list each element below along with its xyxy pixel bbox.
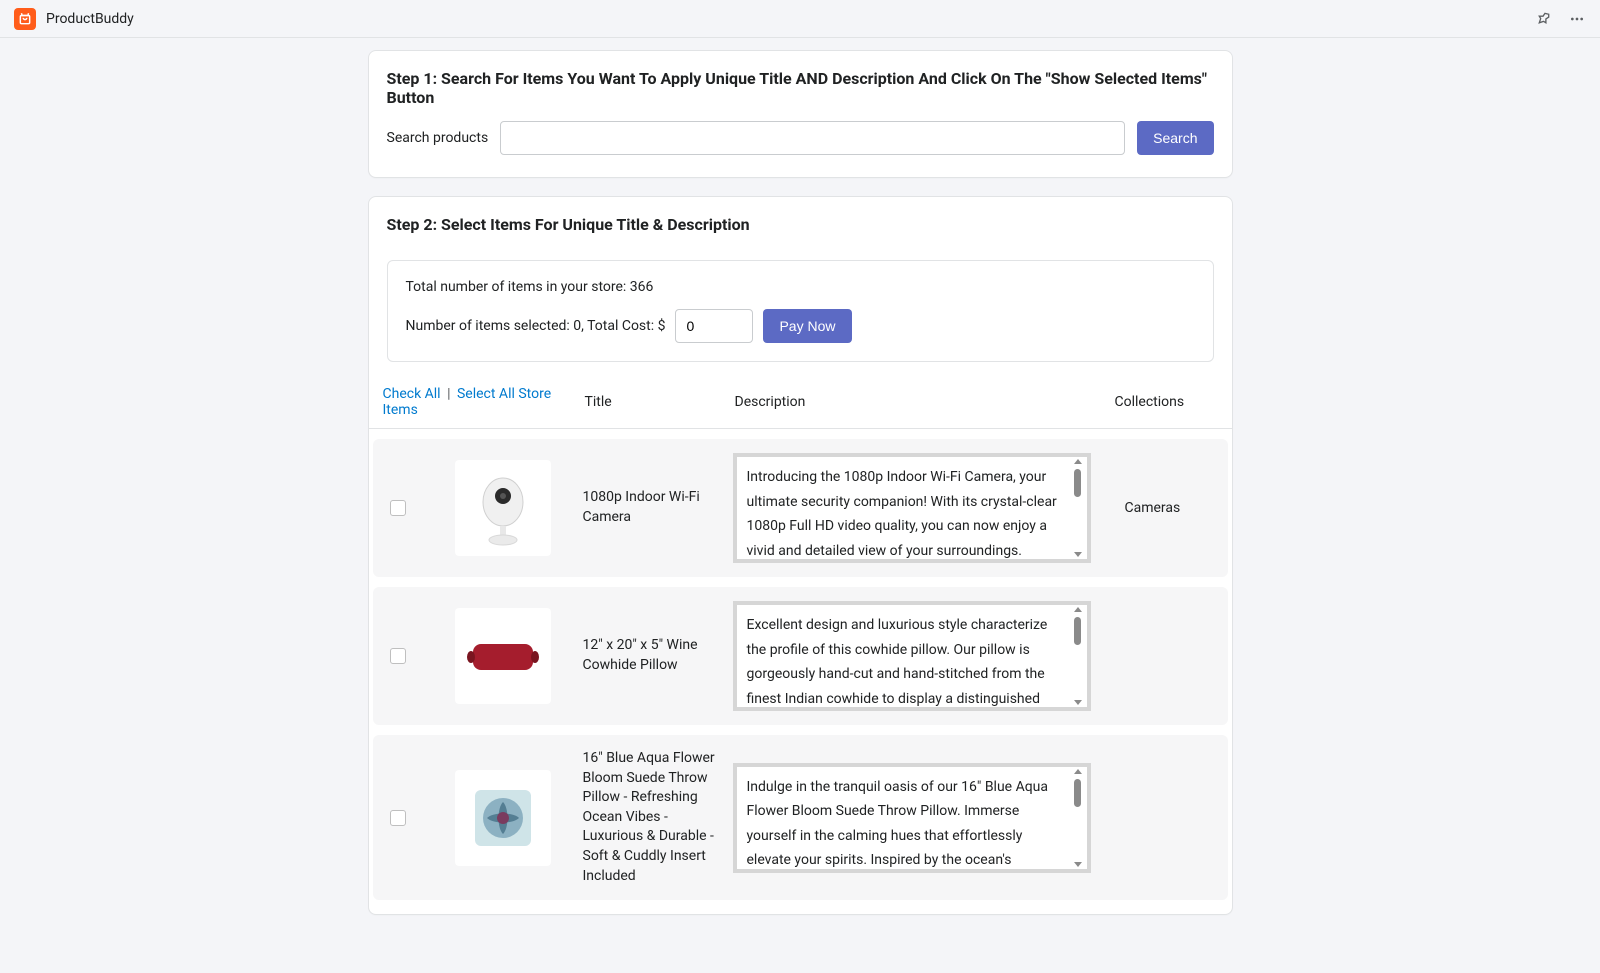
summary-box: Total number of items in your store: 366… bbox=[387, 260, 1214, 362]
row-checkbox[interactable] bbox=[390, 500, 406, 516]
product-title: 1080p Indoor Wi-Fi Camera bbox=[583, 488, 733, 527]
product-collection: Cameras bbox=[1113, 500, 1228, 516]
description-box[interactable]: Indulge in the tranquil oasis of our 16"… bbox=[733, 763, 1091, 873]
table-header: Check All | Select All Store Items Title… bbox=[369, 376, 1232, 429]
total-items-line: Total number of items in your store: 366 bbox=[406, 279, 1195, 295]
app-icon bbox=[14, 8, 36, 30]
row-checkbox[interactable] bbox=[390, 810, 406, 826]
row-checkbox[interactable] bbox=[390, 648, 406, 664]
topbar: ProductBuddy bbox=[0, 0, 1600, 38]
scroll-up-icon[interactable] bbox=[1074, 607, 1082, 612]
col-description: Description bbox=[729, 384, 1109, 420]
scroll-thumb[interactable] bbox=[1074, 617, 1081, 645]
app-name: ProductBuddy bbox=[46, 11, 134, 27]
col-collections: Collections bbox=[1109, 384, 1232, 420]
description-box[interactable]: Introducing the 1080p Indoor Wi-Fi Camer… bbox=[733, 453, 1091, 563]
cost-input[interactable] bbox=[675, 309, 753, 343]
scrollbar[interactable] bbox=[1071, 607, 1085, 705]
step2-title: Step 2: Select Items For Unique Title & … bbox=[387, 215, 1214, 234]
step1-card: Step 1: Search For Items You Want To App… bbox=[368, 50, 1233, 178]
more-icon[interactable] bbox=[1568, 11, 1586, 27]
pay-button[interactable]: Pay Now bbox=[763, 309, 851, 343]
check-all-link[interactable]: Check All bbox=[383, 386, 441, 402]
selected-items-line: Number of items selected: 0, Total Cost:… bbox=[406, 318, 666, 334]
scroll-thumb[interactable] bbox=[1074, 469, 1081, 497]
pin-icon[interactable] bbox=[1536, 11, 1552, 27]
step1-title: Step 1: Search For Items You Want To App… bbox=[387, 69, 1214, 107]
step2-card: Step 2: Select Items For Unique Title & … bbox=[368, 196, 1233, 915]
scrollbar[interactable] bbox=[1071, 769, 1085, 867]
product-thumb bbox=[455, 770, 551, 866]
scroll-down-icon[interactable] bbox=[1074, 552, 1082, 557]
search-button[interactable]: Search bbox=[1137, 121, 1213, 155]
scrollbar[interactable] bbox=[1071, 459, 1085, 557]
scroll-down-icon[interactable] bbox=[1074, 700, 1082, 705]
scroll-thumb[interactable] bbox=[1074, 779, 1081, 807]
scroll-up-icon[interactable] bbox=[1074, 769, 1082, 774]
col-title: Title bbox=[579, 384, 729, 420]
search-label: Search products bbox=[387, 130, 489, 146]
product-title: 16" Blue Aqua Flower Bloom Suede Throw P… bbox=[583, 749, 733, 886]
table-row: 1080p Indoor Wi-Fi Camera Introducing th… bbox=[373, 439, 1228, 577]
scroll-down-icon[interactable] bbox=[1074, 862, 1082, 867]
table-row: 16" Blue Aqua Flower Bloom Suede Throw P… bbox=[373, 735, 1228, 900]
description-box[interactable]: Excellent design and luxurious style cha… bbox=[733, 601, 1091, 711]
product-thumb bbox=[455, 608, 551, 704]
scroll-up-icon[interactable] bbox=[1074, 459, 1082, 464]
search-input[interactable] bbox=[500, 121, 1125, 155]
table-row: 12" x 20" x 5" Wine Cowhide Pillow Excel… bbox=[373, 587, 1228, 725]
product-title: 12" x 20" x 5" Wine Cowhide Pillow bbox=[583, 636, 733, 675]
product-thumb bbox=[455, 460, 551, 556]
